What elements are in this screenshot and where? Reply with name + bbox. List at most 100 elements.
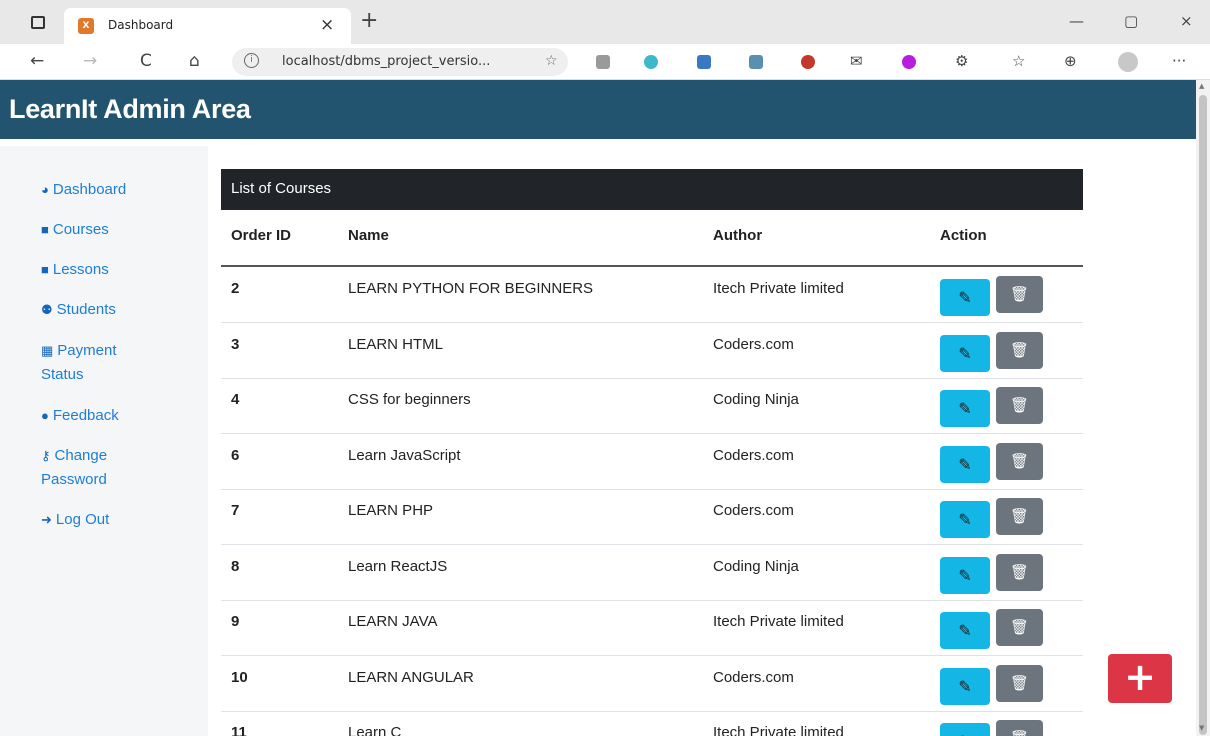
sidebar-item-logout[interactable]: ➜ Log Out: [41, 508, 109, 532]
table-row: 6 Learn JavaScript Coders.com ✎ 🗑: [221, 435, 1083, 490]
course-name-cell: Learn ReactJS: [348, 557, 448, 575]
sidebar-item-change-password[interactable]: ⚷ Change Password: [41, 444, 107, 492]
column-header-action: Action: [940, 227, 987, 244]
column-header-order-id: Order ID: [231, 227, 292, 244]
edit-button[interactable]: ✎: [940, 612, 990, 649]
sidebar-item-courses[interactable]: ■ Courses: [41, 218, 109, 242]
edit-button[interactable]: ✎: [940, 723, 990, 736]
sidebar-item-label: Payment: [57, 342, 117, 359]
edit-icon: ✎: [958, 399, 972, 418]
edit-button[interactable]: ✎: [940, 667, 990, 705]
minimize-button[interactable]: —: [1069, 12, 1084, 30]
more-menu-button[interactable]: ···: [1172, 52, 1186, 70]
extension-3-icon[interactable]: [697, 55, 711, 69]
sidebar-item-label: Students: [56, 301, 116, 318]
forward-button[interactable]: →: [83, 51, 97, 71]
edit-icon: ✎: [958, 676, 972, 696]
delete-button[interactable]: 🗑: [996, 331, 1043, 369]
trash-icon: 🗑: [1009, 396, 1030, 414]
back-button[interactable]: ←: [30, 51, 44, 71]
delete-button[interactable]: 🗑: [996, 276, 1043, 313]
page-title: LearnIt Admin Area: [9, 94, 251, 124]
tab-dashboard[interactable]: X Dashboard ×: [64, 8, 351, 44]
page-scrollbar[interactable]: ▲ ▼: [1196, 80, 1210, 736]
sidebar-item-label: Feedback: [52, 407, 119, 424]
address-bar[interactable]: i localhost/dbms_project_versio... ☆: [232, 48, 568, 76]
sidebar-item-payment-status[interactable]: ▦ Payment Status: [41, 339, 117, 387]
scroll-thumb[interactable]: [1199, 95, 1207, 735]
extension-4-icon[interactable]: [749, 55, 763, 69]
delete-button[interactable]: 🗑: [996, 664, 1043, 702]
edit-icon: ✎: [958, 621, 972, 640]
sidebar-item-label: Lessons: [52, 261, 109, 278]
sidebar-item-label: Log Out: [55, 511, 110, 528]
collections-icon[interactable]: ⊕: [1064, 52, 1077, 70]
table-row: 2 LEARN PYTHON FOR BEGINNERS Itech Private…: [221, 268, 1083, 323]
mail-icon[interactable]: ✉: [850, 52, 863, 70]
sidebar-item-dashboard[interactable]: ◕ Dashboard: [41, 178, 126, 202]
sidebar-item-label: Change: [54, 447, 108, 464]
add-favorite-icon[interactable]: ☆: [545, 53, 558, 69]
delete-button[interactable]: 🗑: [996, 387, 1043, 424]
table-row: 9 LEARN JAVA Itech Private limited ✎ 🗑: [221, 601, 1083, 656]
restore-button[interactable]: ▢: [1124, 12, 1138, 30]
site-info-icon[interactable]: i: [244, 53, 259, 68]
profile-avatar[interactable]: [1118, 52, 1138, 72]
trash-icon: 🗑: [1010, 729, 1029, 736]
lessons-icon: ■: [41, 262, 49, 277]
extension-6-icon[interactable]: [902, 55, 916, 69]
delete-button[interactable]: 🗑: [996, 609, 1043, 646]
refresh-button[interactable]: C: [140, 51, 152, 71]
page-header: LearnIt Admin Area: [0, 80, 1196, 139]
order-id-cell: 3: [231, 335, 240, 353]
edit-button[interactable]: ✎: [940, 279, 990, 316]
sidebar-item-label: Dashboard: [52, 181, 127, 198]
tab-title: Dashboard: [108, 18, 174, 32]
extension-1-icon[interactable]: [596, 55, 610, 69]
edit-icon: ✎: [958, 288, 972, 307]
edit-button[interactable]: ✎: [940, 501, 990, 538]
order-id-cell: 10: [231, 668, 248, 686]
tab-close-icon[interactable]: ×: [320, 15, 334, 35]
feedback-icon: ●: [41, 408, 49, 423]
tab-favicon-icon: X: [78, 18, 94, 34]
edit-icon: ✎: [958, 343, 972, 363]
course-name-cell: LEARN JAVA: [348, 613, 438, 630]
trash-icon: 🗑: [1009, 618, 1030, 636]
sidebar-item-feedback[interactable]: ● Feedback: [41, 404, 119, 428]
new-tab-button[interactable]: +: [360, 8, 378, 33]
trash-icon: 🗑: [1009, 451, 1030, 470]
extension-5-icon[interactable]: [801, 55, 815, 69]
table-row: 7 LEARN PHP Coders.com ✎ 🗑: [221, 490, 1083, 545]
favorites-icon[interactable]: ☆: [1012, 52, 1025, 70]
edit-button[interactable]: ✎: [940, 390, 990, 427]
trash-icon: 🗑: [1009, 507, 1030, 525]
scroll-up-icon[interactable]: ▲: [1199, 82, 1204, 90]
courses-table: List of Courses Order ID Name Author Act…: [221, 169, 1083, 736]
page-viewport: LearnIt Admin Area ◕ Dashboard ■ Courses ■…: [0, 80, 1196, 736]
sidebar-item-students[interactable]: ⚉ Students: [41, 298, 116, 322]
author-cell: Itech Private limited: [713, 280, 844, 297]
close-window-button[interactable]: ×: [1180, 12, 1193, 30]
edit-button[interactable]: ✎: [940, 445, 990, 483]
trash-icon: 🗑: [1009, 673, 1030, 692]
tab-actions-icon[interactable]: [31, 16, 45, 29]
home-button[interactable]: ⌂: [189, 51, 200, 71]
sidebar-item-lessons[interactable]: ■ Lessons: [41, 258, 109, 282]
add-course-button[interactable]: +: [1108, 654, 1172, 703]
trash-icon: 🗑: [1009, 285, 1030, 303]
order-id-cell: 8: [231, 557, 240, 575]
delete-button[interactable]: 🗑: [996, 498, 1043, 535]
logout-icon: ➜: [41, 512, 52, 527]
delete-button[interactable]: 🗑: [996, 720, 1043, 736]
edit-button[interactable]: ✎: [940, 334, 990, 372]
scroll-down-icon[interactable]: ▼: [1199, 724, 1204, 732]
extensions-icon[interactable]: ⚙: [955, 52, 968, 70]
table-title: List of Courses: [221, 169, 1083, 210]
extension-2-icon[interactable]: [644, 55, 658, 69]
delete-button[interactable]: 🗑: [996, 553, 1043, 591]
author-cell: Coding Ninja: [713, 557, 799, 575]
delete-button[interactable]: 🗑: [996, 442, 1043, 480]
url-text[interactable]: localhost/dbms_project_versio...: [282, 54, 490, 69]
edit-button[interactable]: ✎: [940, 556, 990, 594]
